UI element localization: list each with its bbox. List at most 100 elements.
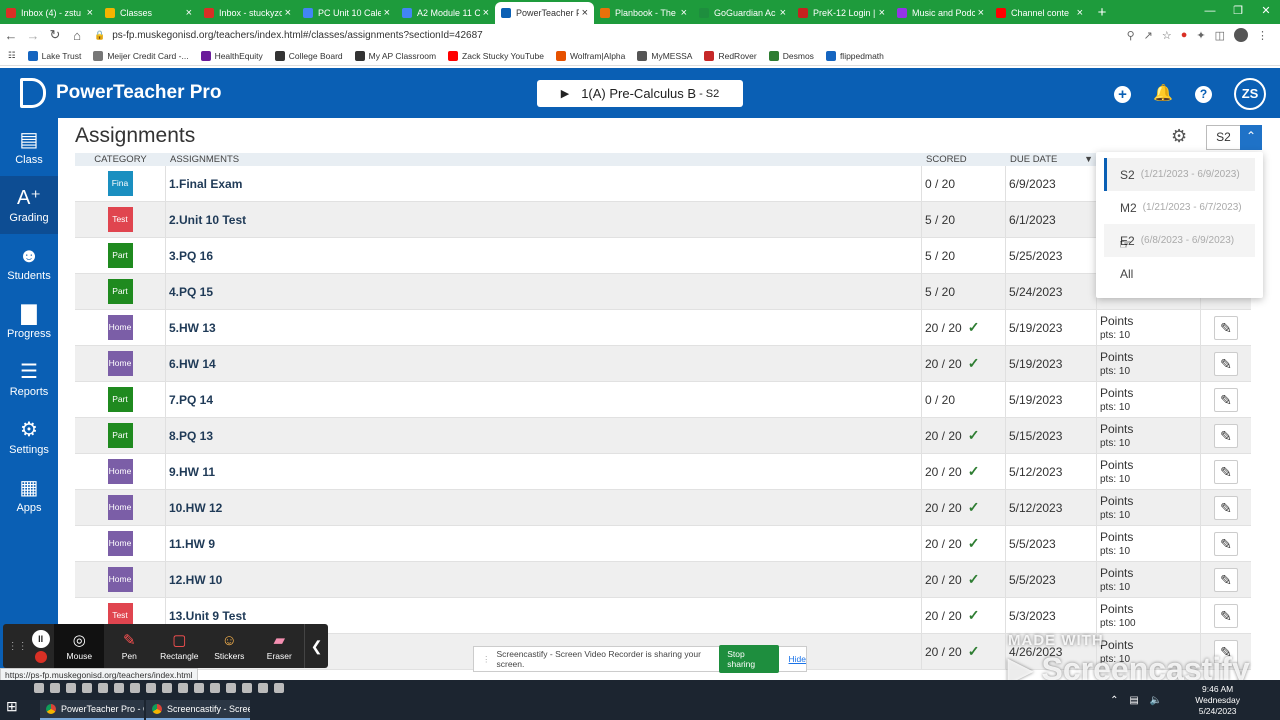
close-tab-icon[interactable]: × — [780, 7, 786, 19]
close-window-icon[interactable]: ✕ — [1252, 0, 1280, 24]
close-tab-icon[interactable]: × — [978, 7, 984, 19]
drag-handle-icon[interactable]: ⋮ — [482, 654, 491, 665]
bookmark-item[interactable]: Lake Trust — [27, 50, 81, 61]
assignment-name[interactable]: 1.Final Exam — [166, 166, 922, 201]
table-row[interactable]: Part 8.PQ 13 20 / 20 ✓ 5/15/2023 Points pts: 1… — [75, 418, 1251, 454]
drag-handle-icon[interactable]: ⋮⋮ — [8, 641, 28, 652]
side-panel-icon[interactable]: ◫ — [1215, 29, 1225, 42]
table-row[interactable]: Home 9.HW 11 20 / 20 ✓ 5/12/2023 Points pts: 1… — [75, 454, 1251, 490]
browser-tab[interactable]: A2 Module 11 C × — [396, 2, 495, 24]
quick-launch-icon[interactable] — [82, 683, 92, 693]
bookmark-item[interactable]: Desmos — [768, 50, 814, 61]
edit-pencil-icon[interactable]: ✎ — [1214, 495, 1238, 520]
home-icon[interactable]: ⌂ — [66, 28, 88, 43]
close-tab-icon[interactable]: × — [384, 7, 390, 19]
edit-pencil-icon[interactable]: ✎ — [1214, 603, 1238, 628]
chevron-up-icon[interactable]: ⌃ — [1110, 695, 1118, 706]
browser-tab[interactable]: PC Unit 10 Cale × — [297, 2, 396, 24]
bookmark-item[interactable]: RedRover — [704, 50, 757, 61]
close-tab-icon[interactable]: × — [879, 7, 885, 19]
edit-pencil-icon[interactable]: ✎ — [1214, 387, 1238, 412]
quick-launch-icon[interactable] — [258, 683, 268, 693]
table-row[interactable]: Home 10.HW 12 20 / 20 ✓ 5/12/2023 Points pts: … — [75, 490, 1251, 526]
table-row[interactable]: Home 5.HW 13 20 / 20 ✓ 5/19/2023 Points pts: 1… — [75, 310, 1251, 346]
back-icon[interactable]: ← — [0, 28, 22, 43]
close-tab-icon[interactable]: × — [483, 7, 489, 19]
sidebar-item-students[interactable]: ☻ Students — [0, 234, 58, 292]
hide-button[interactable]: Hide — [789, 654, 806, 664]
sidebar-item-grading[interactable]: A⁺ Grading — [0, 176, 58, 234]
browser-tab[interactable]: PreK-12 Login | × — [792, 2, 891, 24]
bookmark-item[interactable]: My AP Classroom — [354, 50, 436, 61]
sidebar-item-reports[interactable]: ☰ Reports — [0, 350, 58, 408]
quick-launch-icon[interactable] — [210, 683, 220, 693]
quick-launch-icon[interactable] — [146, 683, 156, 693]
stop-sharing-button[interactable]: Stop sharing — [719, 645, 779, 673]
tool-mouse[interactable]: ◎ Mouse — [54, 624, 105, 668]
quick-launch-icon[interactable] — [114, 683, 124, 693]
quick-launch-icon[interactable] — [274, 683, 284, 693]
share-icon[interactable]: ↗ — [1144, 29, 1153, 42]
edit-pencil-icon[interactable]: ✎ — [1214, 567, 1238, 592]
taskbar-item[interactable]: Screencastify - Screen... — [146, 700, 250, 720]
quick-launch-icon[interactable] — [162, 683, 172, 693]
edit-pencil-icon[interactable]: ✎ — [1214, 315, 1238, 340]
close-tab-icon[interactable]: × — [285, 7, 291, 19]
term-option-all[interactable]: All — [1104, 257, 1255, 290]
sidebar-item-settings[interactable]: ⚙ Settings — [0, 408, 58, 466]
sidebar-item-class[interactable]: ▤ Class — [0, 118, 58, 176]
assignment-name[interactable]: 7.PQ 14 — [166, 382, 922, 417]
class-selector-button[interactable]: ▶ 1(A) Pre-Calculus B - S2 — [537, 80, 743, 107]
table-row[interactable]: Home 12.HW 10 20 / 20 ✓ 5/5/2023 Points pts: 1… — [75, 562, 1251, 598]
tool-stickers[interactable]: ☺ Stickers — [204, 624, 254, 668]
app-logo[interactable]: PowerTeacher Pro — [20, 78, 221, 108]
quick-launch-icon[interactable] — [34, 683, 44, 693]
assignment-name[interactable]: 12.HW 10 — [166, 562, 922, 597]
quick-launch-icon[interactable] — [194, 683, 204, 693]
quick-launch-icon[interactable] — [130, 683, 140, 693]
assignment-name[interactable]: 8.PQ 13 — [166, 418, 922, 453]
column-header-scored[interactable]: SCORED — [922, 153, 1006, 166]
tool-rectangle[interactable]: ▢ Rectangle — [154, 624, 204, 668]
browser-tab[interactable]: GoGuardian Ac × — [693, 2, 792, 24]
extension-record-icon[interactable]: ● — [1181, 29, 1188, 41]
table-row[interactable]: Test 2.Unit 10 Test 5 / 20 6/1/2023 — [75, 202, 1251, 238]
quick-launch-icon[interactable] — [66, 683, 76, 693]
collapse-toolbar-icon[interactable]: ❮ — [304, 624, 328, 668]
quick-launch-icon[interactable] — [50, 683, 60, 693]
zoom-icon[interactable]: ⚲ — [1127, 29, 1135, 42]
apps-shortcut-icon[interactable]: ☷ — [8, 50, 16, 61]
bookmark-item[interactable]: Meijer Credit Card -... — [93, 50, 189, 61]
term-option-m2[interactable]: M2 (1/21/2023 - 6/7/2023) — [1104, 191, 1255, 224]
taskbar-item[interactable]: PowerTeacher Pro - G... — [40, 700, 144, 720]
volume-icon[interactable]: 🔈 — [1150, 695, 1162, 706]
browser-tab[interactable]: Classes × — [99, 2, 198, 24]
edit-pencil-icon[interactable]: ✎ — [1214, 423, 1238, 448]
sidebar-item-apps[interactable]: ▦ Apps — [0, 466, 58, 524]
quick-launch-icon[interactable] — [242, 683, 252, 693]
menu-icon[interactable]: ⋮ — [1257, 29, 1268, 42]
table-row[interactable]: Fina 1.Final Exam 0 / 20 6/9/2023 — [75, 166, 1251, 202]
table-row[interactable]: Part4.PQ 155 / 205/24/2023pts: 10 — [75, 274, 1251, 310]
quick-launch-icon[interactable] — [98, 683, 108, 693]
bookmark-item[interactable]: Zack Stucky YouTube — [448, 50, 544, 61]
close-tab-icon[interactable]: × — [1077, 7, 1083, 19]
column-header-category[interactable]: CATEGORY — [75, 153, 166, 166]
url-field[interactable]: 🔒 ps-fp.muskegonisd.org/teachers/index.h… — [94, 26, 1119, 44]
tool-eraser[interactable]: ▰ Eraser — [254, 624, 304, 668]
sidebar-item-progress[interactable]: ▇ Progress — [0, 292, 58, 350]
assignment-name[interactable]: 10.HW 12 — [166, 490, 922, 525]
edit-pencil-icon[interactable]: ✎ — [1214, 531, 1238, 556]
assignment-name[interactable]: 4.PQ 15 — [166, 274, 922, 309]
browser-tab[interactable]: Channel conte × — [990, 2, 1089, 24]
minimize-icon[interactable]: — — [1196, 0, 1224, 24]
close-tab-icon[interactable]: × — [681, 7, 687, 19]
add-icon[interactable]: + — [1114, 85, 1131, 103]
edit-pencil-icon[interactable]: ✎ — [1214, 351, 1238, 376]
table-row[interactable]: Part 7.PQ 14 0 / 20 5/19/2023 Points pts: 10 ✎ — [75, 382, 1251, 418]
edit-pencil-icon[interactable]: ✎ — [1214, 459, 1238, 484]
term-option-s2[interactable]: S2 (1/21/2023 - 6/9/2023) — [1104, 158, 1255, 191]
pause-icon[interactable]: II — [31, 629, 50, 648]
browser-tab[interactable]: PowerTeacher P × — [495, 2, 594, 24]
bookmark-item[interactable]: College Board — [274, 50, 343, 61]
